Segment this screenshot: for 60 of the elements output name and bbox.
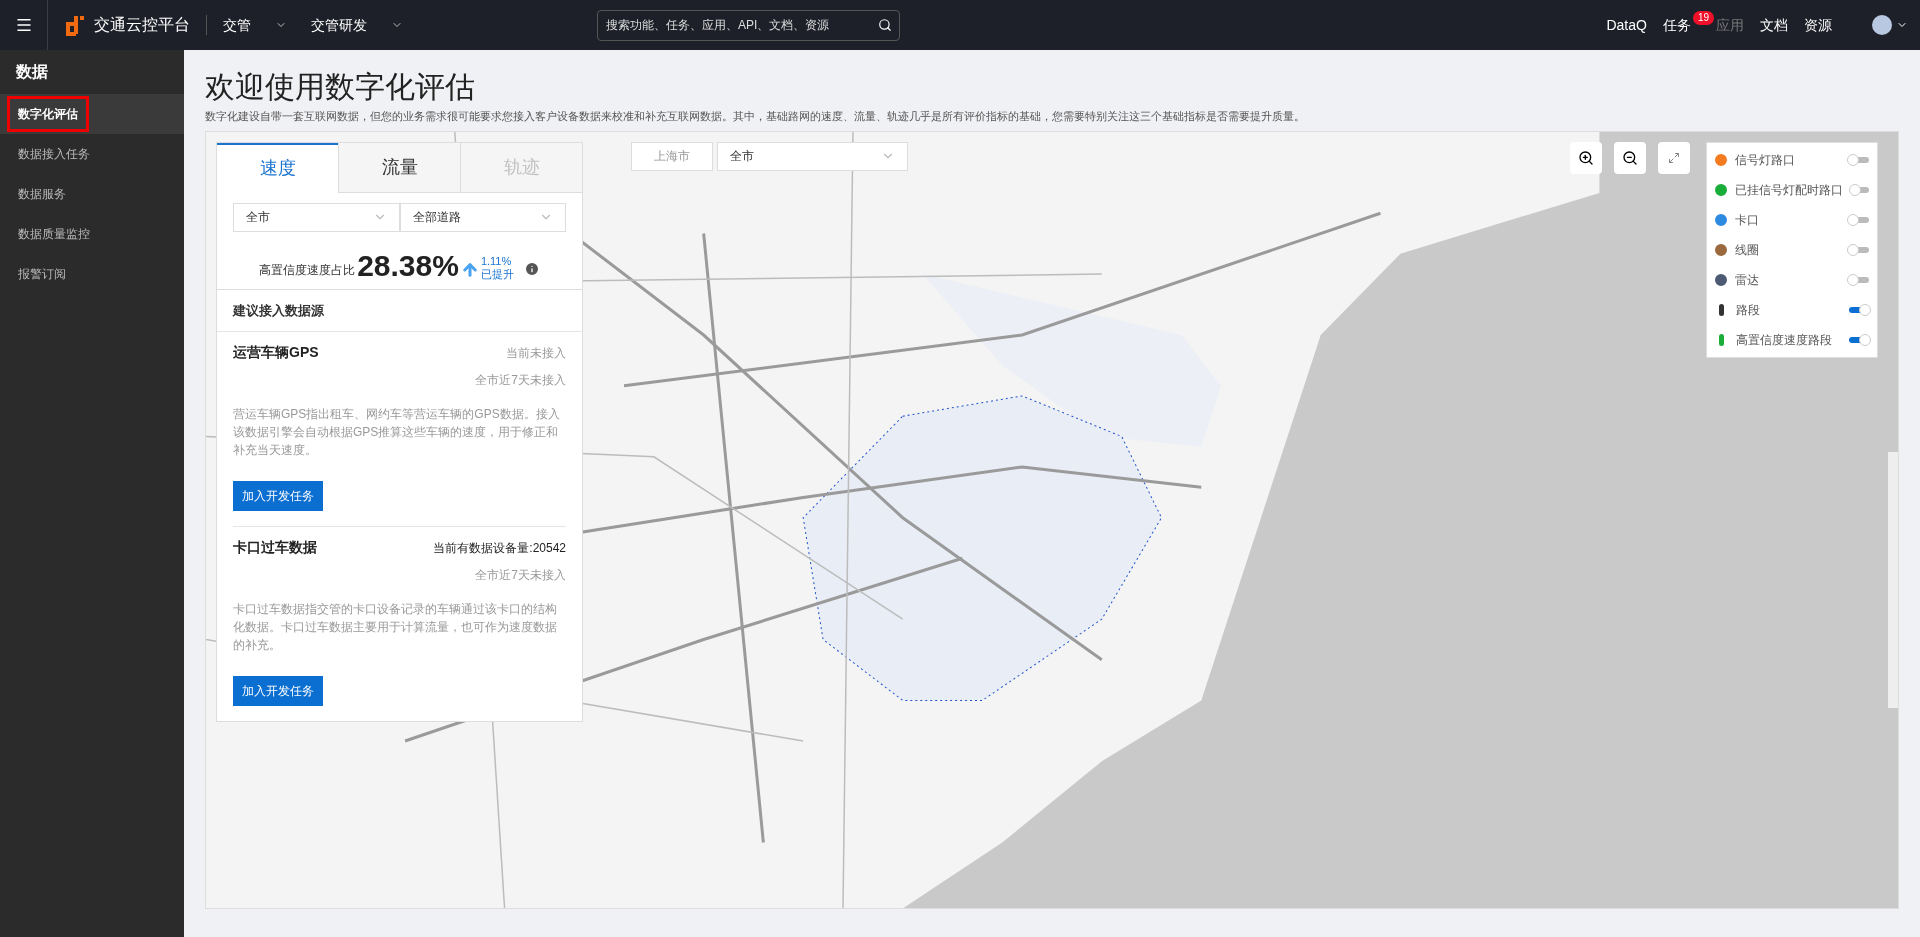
source-recent: 全市近7天未接入 <box>474 371 566 389</box>
brand-title: 交通云控平台 <box>94 15 190 35</box>
metric-change: 1.11% <box>480 255 513 269</box>
filter-dropdown[interactable]: 全部道路 <box>399 202 566 232</box>
sidebar-title: 数据 <box>15 62 49 82</box>
metric-tab[interactable]: 流量 <box>338 142 460 193</box>
zoom-out-button[interactable] <box>1614 141 1646 174</box>
source-description: 营运车辆GPS指出租车、网约车等营运车辆的GPS数据。接入该数据引擎会自动根据GPS推算这些车辆的速度，用于修正和补充当天速度。 <box>233 405 561 459</box>
add-task-button[interactable]: 加入开发任务 <box>233 675 323 706</box>
nav-menu[interactable]: 交管研发 <box>311 14 403 36</box>
section-title: 建议接入数据源 <box>217 290 582 332</box>
sidebar-item[interactable]: 数据质量监控 <box>0 214 184 254</box>
source-recent: 全市近7天未接入 <box>474 566 566 584</box>
sidebar-item[interactable]: 数据接入任务 <box>0 134 184 174</box>
source-name: 运营车辆GPS <box>233 342 319 362</box>
source-status: 当前有数据设备量:20542 <box>433 539 566 557</box>
avatar[interactable] <box>1872 15 1892 35</box>
layer-toggle[interactable] <box>1849 156 1869 163</box>
header-link[interactable]: 文档 <box>1760 14 1788 36</box>
layer-toggle[interactable] <box>1849 306 1869 313</box>
source-name: 卡口过车数据 <box>233 537 317 557</box>
layer-label: 路段 <box>1736 301 1761 319</box>
layer-label: 线圈 <box>1735 241 1760 259</box>
header-link[interactable]: 资源 <box>1804 14 1832 36</box>
zoom-out-icon <box>1622 149 1638 166</box>
filter-dropdown[interactable]: 全市 <box>233 202 400 232</box>
layer-label: 已挂信号灯配时路口 <box>1735 181 1843 199</box>
district-dropdown[interactable]: 全市 <box>717 141 908 171</box>
sidebar-item[interactable]: 报警订阅 <box>0 254 184 294</box>
add-task-button[interactable]: 加入开发任务 <box>233 480 323 511</box>
sidebar-item[interactable]: 数字化评估 <box>0 94 184 134</box>
layer-toggle[interactable] <box>1849 276 1869 283</box>
region-field: 上海市 <box>631 141 713 171</box>
layer-label: 雷达 <box>1735 271 1760 289</box>
layer-label: 信号灯路口 <box>1735 151 1796 169</box>
search-field[interactable]: 搜索功能、任务、应用、API、文档、资源 <box>597 9 900 41</box>
zoom-in-button[interactable] <box>1570 141 1602 174</box>
layer-toggle[interactable] <box>1849 336 1869 343</box>
header-link[interactable]: DataQ <box>1606 14 1647 36</box>
layer-toggle[interactable] <box>1849 246 1869 253</box>
header-link[interactable]: 任务 <box>1662 14 1691 36</box>
fullscreen-icon <box>1668 151 1680 164</box>
layer-toggle[interactable] <box>1849 216 1869 223</box>
layer-label: 高置信度速度路段 <box>1736 331 1833 349</box>
source-status: 当前未接入 <box>506 344 566 362</box>
logo-icon <box>64 14 86 36</box>
metric-value: 28.38% <box>357 249 459 284</box>
change-label: 已提升 <box>480 268 514 282</box>
info-icon <box>523 261 540 278</box>
nav-menu[interactable]: 交管 <box>223 14 287 36</box>
zoom-in-icon <box>1578 149 1594 166</box>
search-icon[interactable] <box>878 17 892 32</box>
count-badge: 19 <box>1692 11 1714 25</box>
page-title: 欢迎使用数字化评估 <box>205 69 476 105</box>
source-description: 卡口过车数据指交管的卡口设备记录的车辆通过该卡口的结构化数据。卡口过车数据主要用于计算流量，也可作为速度数据的补充。 <box>233 600 558 654</box>
layer-toggle[interactable] <box>1851 186 1869 193</box>
metric-label: 高置信度速度占比 <box>259 262 356 280</box>
page-description: 数字化建设自带一套互联网数据，但您的业务需求很可能要求您接入客户设备数据来校准和补充互联网数据。其中，基础路网的速度、流量、轨迹几乎是所有评价指标的基础，您需要特别关注这三个基础指标是否需要提升质量。 <box>205 109 1306 124</box>
sidebar-item[interactable]: 数据服务 <box>0 174 184 214</box>
layer-label: 卡口 <box>1735 211 1760 229</box>
